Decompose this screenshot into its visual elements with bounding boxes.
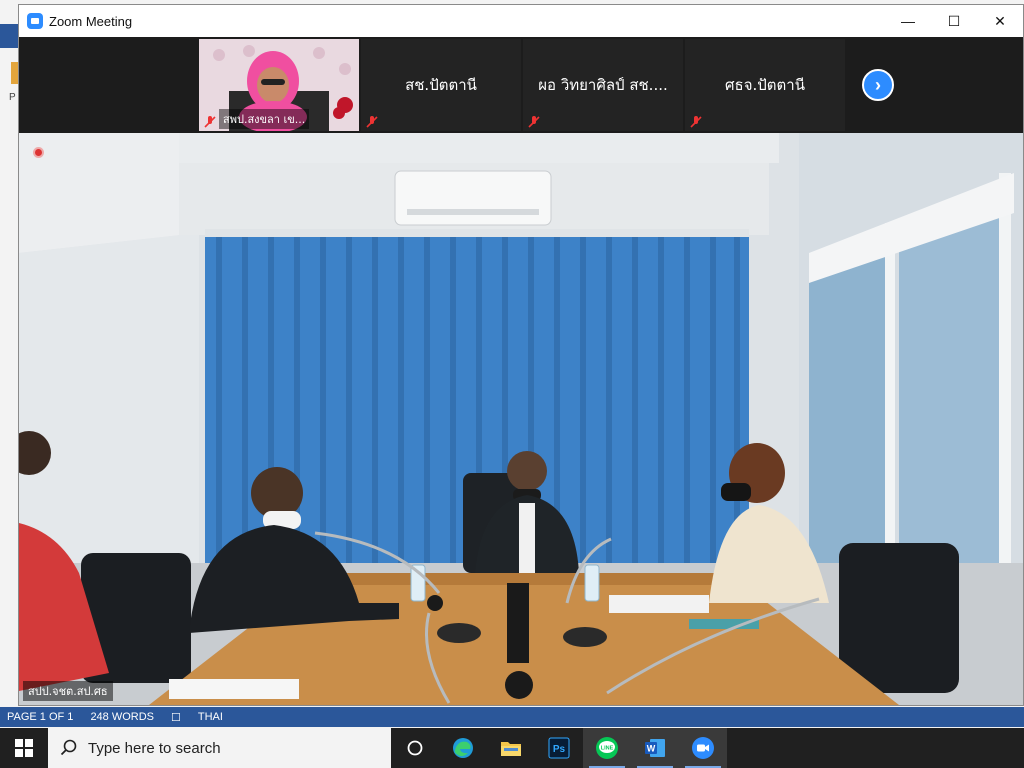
windows-logo-icon	[15, 739, 33, 757]
participant-name: สช.ปัตตานี	[405, 76, 477, 94]
participant-tile[interactable]: ศธจ.ปัตตานี	[685, 39, 845, 131]
language-indicator[interactable]: THAI	[198, 711, 223, 723]
word-icon: W	[645, 739, 665, 757]
photoshop-icon: Ps	[548, 737, 570, 759]
muted-mic-icon	[690, 116, 702, 128]
edge-taskbar-button[interactable]	[439, 728, 487, 768]
taskbar-search-box[interactable]: Type here to search	[48, 728, 391, 768]
window-title: Zoom Meeting	[49, 13, 133, 29]
participant-tile[interactable]: สช.ปัตตานี	[361, 39, 521, 131]
muted-mic-icon	[204, 116, 216, 128]
participant-video-tile[interactable]: สพป.สงขลา เข...	[199, 39, 359, 133]
svg-text:W: W	[647, 744, 656, 754]
word-taskbar-button[interactable]: W	[631, 728, 679, 768]
edge-icon	[453, 738, 473, 758]
zoom-taskbar-button[interactable]	[679, 728, 727, 768]
word-side-label: P	[9, 92, 16, 103]
participant-tile[interactable]: ผอ วิทยาศิลป์ สช....	[523, 39, 683, 131]
conference-room-scene	[19, 133, 1023, 705]
word-ribbon-strip	[0, 24, 20, 48]
active-speaker-video: สปป.จชต.สป.ศธ	[19, 133, 1023, 705]
svg-text:LINE: LINE	[601, 746, 614, 752]
maximize-button[interactable]: ☐	[931, 5, 977, 37]
participant-name: ศธจ.ปัตตานี	[725, 76, 805, 94]
zoom-icon	[692, 737, 714, 759]
windows-taskbar: Type here to search Ps LINE W	[0, 728, 1024, 768]
muted-mic-icon	[366, 116, 378, 128]
svg-text:Ps: Ps	[553, 744, 566, 755]
word-status-bar: PAGE 1 OF 1 248 WORDS ☐ THAI	[0, 707, 1024, 727]
proofing-icon[interactable]: ☐	[171, 711, 181, 724]
search-icon	[60, 739, 77, 756]
active-speaker-name: สปป.จชต.สป.ศธ	[23, 681, 113, 701]
title-bar[interactable]: Zoom Meeting — ☐ ✕	[19, 5, 1023, 37]
page-count[interactable]: PAGE 1 OF 1	[7, 711, 73, 723]
folder-icon	[501, 742, 521, 756]
search-placeholder: Type here to search	[88, 739, 221, 757]
zoom-window: Zoom Meeting — ☐ ✕ สพป.สงขลา เข... สช.ปั…	[18, 4, 1024, 706]
minimize-button[interactable]: —	[885, 5, 931, 37]
line-taskbar-button[interactable]: LINE	[583, 728, 631, 768]
zoom-app-icon	[27, 13, 43, 29]
line-app-icon: LINE	[596, 737, 618, 759]
photoshop-taskbar-button[interactable]: Ps	[535, 728, 583, 768]
muted-mic-icon	[528, 116, 540, 128]
start-button[interactable]	[0, 728, 48, 768]
participant-gallery: สพป.สงขลา เข... สช.ปัตตานี ผอ วิทยาศิลป์…	[19, 37, 1023, 133]
next-page-button[interactable]: ›	[862, 69, 894, 101]
task-view-icon	[407, 740, 423, 756]
close-button[interactable]: ✕	[977, 5, 1023, 37]
file-explorer-taskbar-button[interactable]	[487, 728, 535, 768]
recording-indicator-icon	[33, 147, 44, 158]
participant-name: สพป.สงขลา เข...	[219, 109, 310, 129]
participant-name: ผอ วิทยาศิลป์ สช....	[538, 76, 668, 94]
word-count[interactable]: 248 WORDS	[90, 711, 154, 723]
task-view-button[interactable]	[391, 728, 439, 768]
